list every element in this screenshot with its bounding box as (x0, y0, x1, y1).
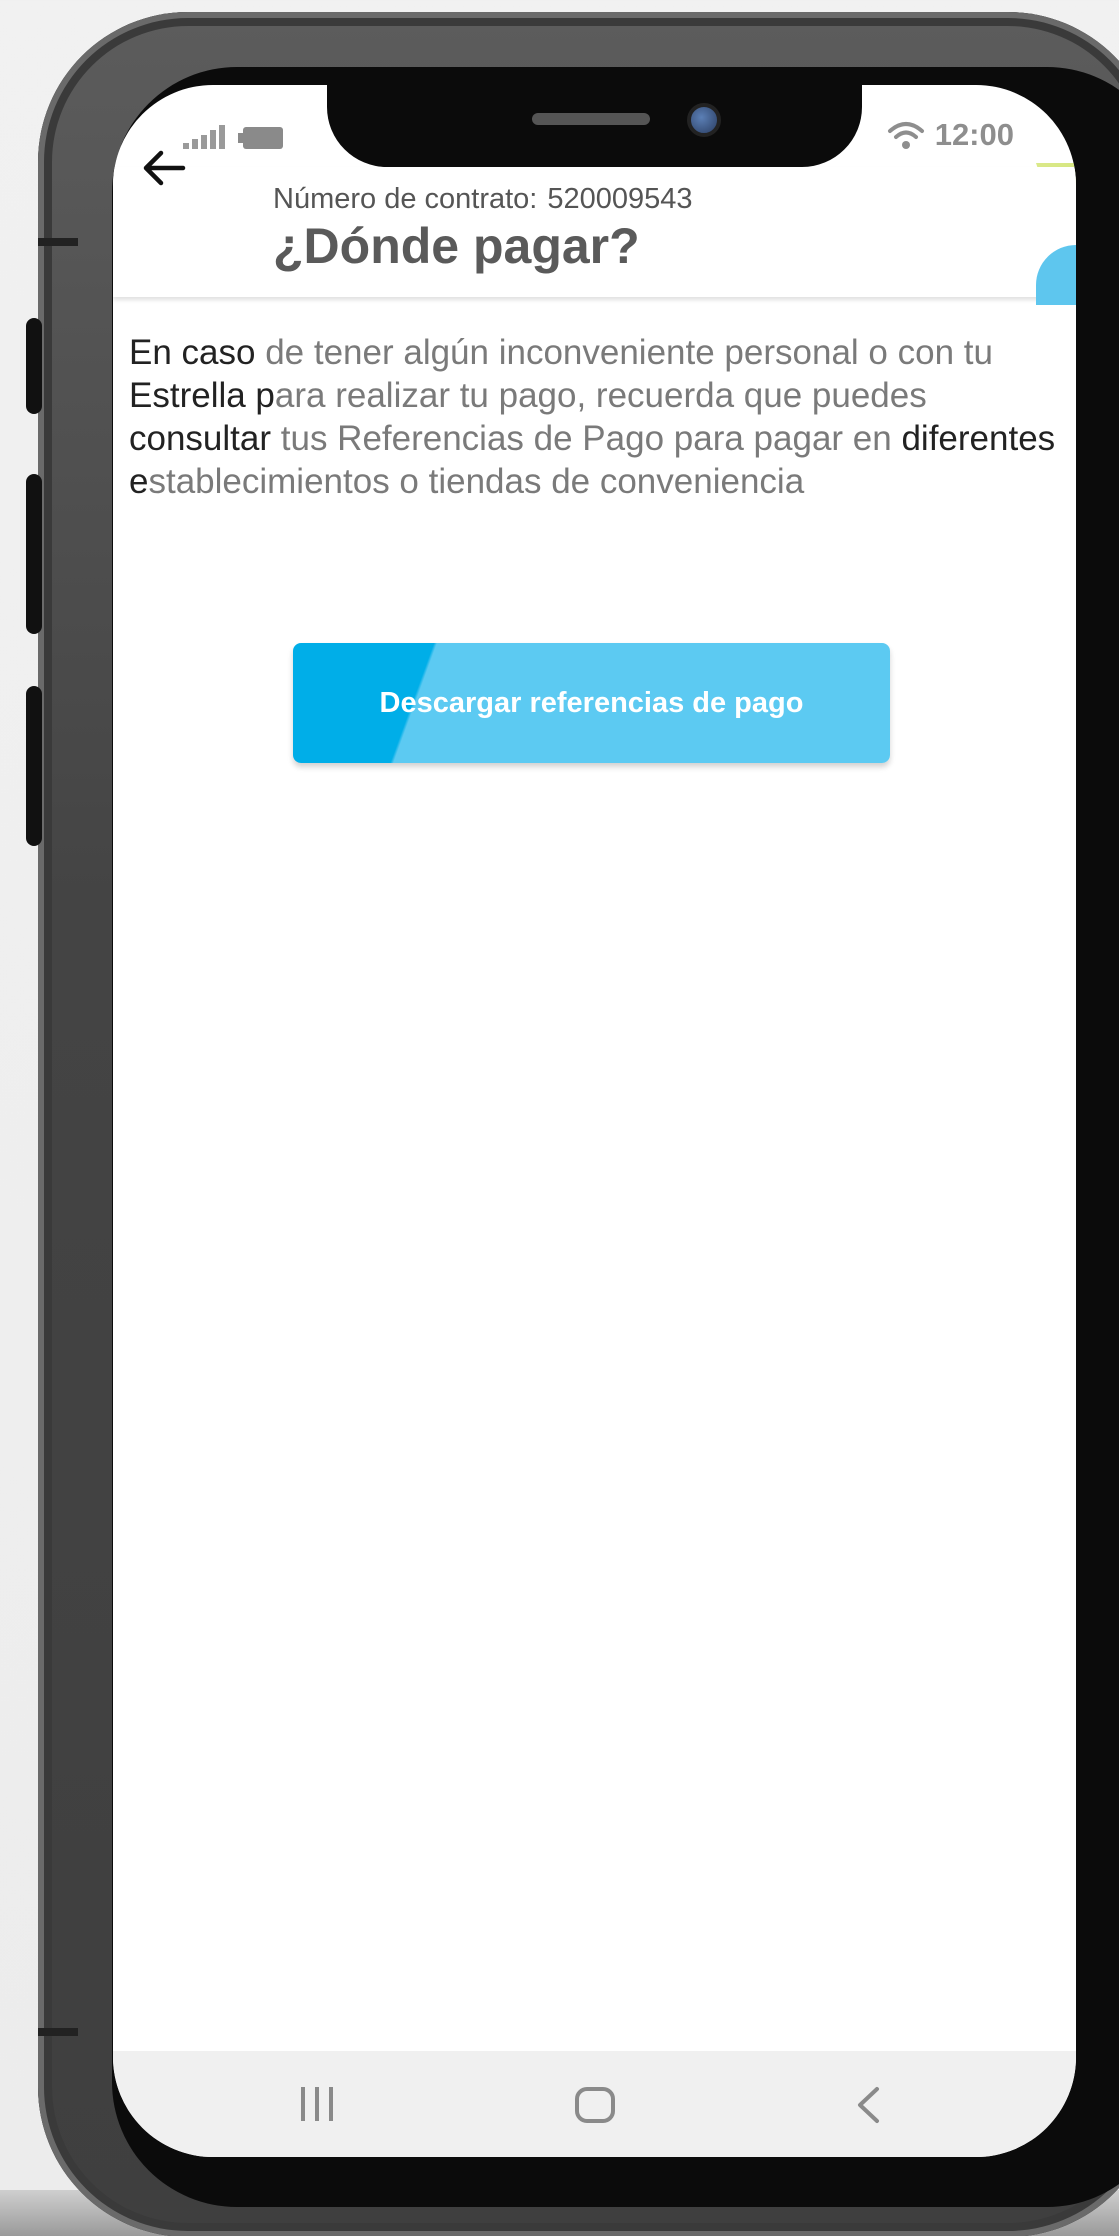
info-text-segment: de tener algún inconveniente personal o … (255, 333, 993, 372)
side-button-power (26, 318, 42, 414)
camera-notch (327, 85, 862, 167)
contract-label: Número de contrato: (273, 183, 538, 215)
info-text-segment: stablecimientos o tiendas de convenienci… (148, 462, 805, 501)
download-references-button[interactable]: Descargar referencias de pago (293, 643, 890, 763)
info-text-segment: Estrella p (129, 376, 275, 415)
speaker-grille (532, 113, 650, 125)
side-button-volume-up (26, 474, 42, 634)
recent-apps-icon[interactable] (301, 2087, 333, 2121)
wifi-icon (887, 122, 924, 149)
info-text-segment: consultar (129, 419, 272, 458)
status-right: 12:00 (887, 117, 1014, 153)
info-text-segment: ara realizar tu pago, recuerda que puede… (274, 376, 927, 415)
signal-icon (183, 125, 225, 149)
system-nav-bar (113, 2051, 1076, 2157)
antenna-band (38, 2028, 78, 2036)
side-button-volume-down (26, 686, 42, 846)
info-text-segment: tus Referencias de Pago para pagar en (271, 419, 902, 458)
chevron-left-icon[interactable] (855, 2085, 881, 2125)
status-time: 12:00 (934, 117, 1014, 152)
arrow-left-icon[interactable] (139, 143, 189, 193)
status-left (183, 125, 283, 149)
front-camera (687, 103, 721, 137)
battery-icon (238, 127, 283, 149)
page-title: ¿Dónde pagar? (273, 218, 640, 274)
contract-line: Número de contrato: 520009543 (273, 183, 693, 216)
contract-number: 520009543 (547, 183, 693, 215)
home-icon[interactable] (575, 2087, 615, 2123)
phone-screen: Número de contrato: 520009543 ¿Dónde paga… (113, 85, 1076, 2157)
info-text: En caso de tener algún inconveniente per… (129, 331, 1059, 503)
info-text-segment: En caso (129, 333, 256, 372)
antenna-band (38, 238, 78, 246)
